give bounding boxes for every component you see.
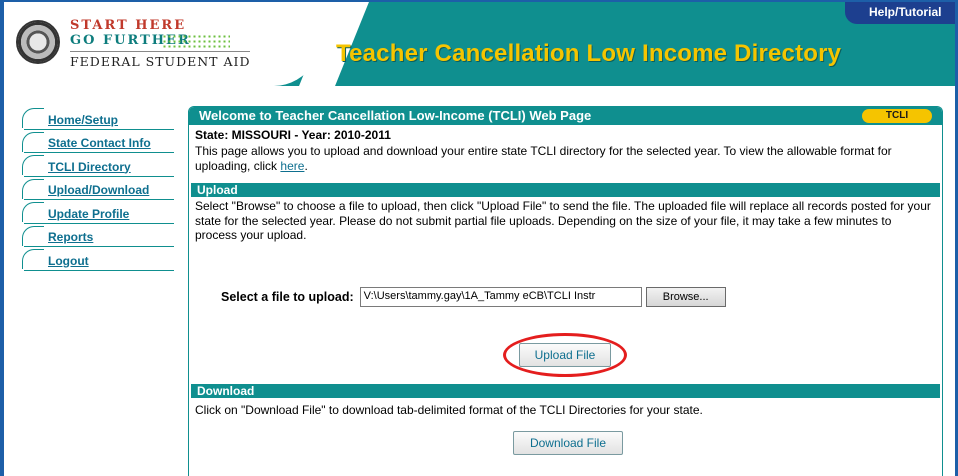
download-file-button[interactable]: Download File <box>513 431 623 455</box>
download-section-header: Download <box>191 384 940 398</box>
sidebar-item-label[interactable]: Reports <box>24 230 174 247</box>
sidebar-item-label[interactable]: Home/Setup <box>24 113 174 130</box>
state-year-line: State: MISSOURI - Year: 2010-2011 <box>195 128 391 142</box>
upload-section-header: Upload <box>191 183 940 197</box>
file-upload-row: Select a file to upload: V:\Users\tammy.… <box>221 287 726 307</box>
intro-paragraph: This page allows you to upload and downl… <box>189 142 942 173</box>
panel-header: Welcome to Teacher Cancellation Low-Inco… <box>189 107 942 125</box>
department-seal-icon <box>16 20 60 64</box>
tcli-badge: TCLI <box>862 109 932 123</box>
logo-line-3: FEDERAL STUDENT AID <box>70 51 251 69</box>
logo-line-1: START HERE <box>70 18 187 33</box>
sidebar-nav: Home/Setup State Contact Info TCLI Direc… <box>20 106 174 271</box>
sidebar-item-tcli-directory[interactable]: TCLI Directory <box>20 153 174 177</box>
sidebar-item-state-contact-info[interactable]: State Contact Info <box>20 130 174 153</box>
sidebar-item-update-profile[interactable]: Update Profile <box>20 200 174 224</box>
sidebar-item-logout[interactable]: Logout <box>20 247 174 271</box>
format-here-link[interactable]: here <box>280 159 304 173</box>
sidebar-item-label[interactable]: Update Profile <box>24 207 174 224</box>
panel-title: Welcome to Teacher Cancellation Low-Inco… <box>199 108 592 123</box>
site-header: START HERE GO FURTHER FEDERAL STUDENT AI… <box>4 2 955 86</box>
browse-button[interactable]: Browse... <box>645 287 726 307</box>
download-instructions: Click on "Download File" to download tab… <box>195 403 703 417</box>
intro-end: . <box>304 158 308 173</box>
file-upload-label: Select a file to upload: <box>221 290 354 304</box>
sidebar-item-label[interactable]: Upload/Download <box>24 183 174 200</box>
logo-dots-decoration <box>162 34 230 48</box>
upload-instructions: Select "Browse" to choose a file to uplo… <box>195 199 931 242</box>
highlight-circle-annotation <box>503 333 627 377</box>
site-title: Teacher Cancellation Low Income Director… <box>336 40 842 67</box>
sidebar-item-label[interactable]: State Contact Info <box>24 136 174 153</box>
help-tutorial-link[interactable]: Help/Tutorial <box>845 2 955 24</box>
main-panel: Welcome to Teacher Cancellation Low-Inco… <box>188 106 943 476</box>
file-path-input[interactable]: V:\Users\tammy.gay\1A_Tammy eCB\TCLI Ins… <box>359 287 642 307</box>
fsa-logo[interactable]: START HERE GO FURTHER FEDERAL STUDENT AI… <box>12 14 282 76</box>
sidebar-item-reports[interactable]: Reports <box>20 224 174 247</box>
sidebar-item-upload-download[interactable]: Upload/Download <box>20 177 174 200</box>
sidebar-item-home-setup[interactable]: Home/Setup <box>20 106 174 130</box>
sidebar-item-label[interactable]: Logout <box>24 254 174 271</box>
sidebar-item-label[interactable]: TCLI Directory <box>24 160 174 177</box>
